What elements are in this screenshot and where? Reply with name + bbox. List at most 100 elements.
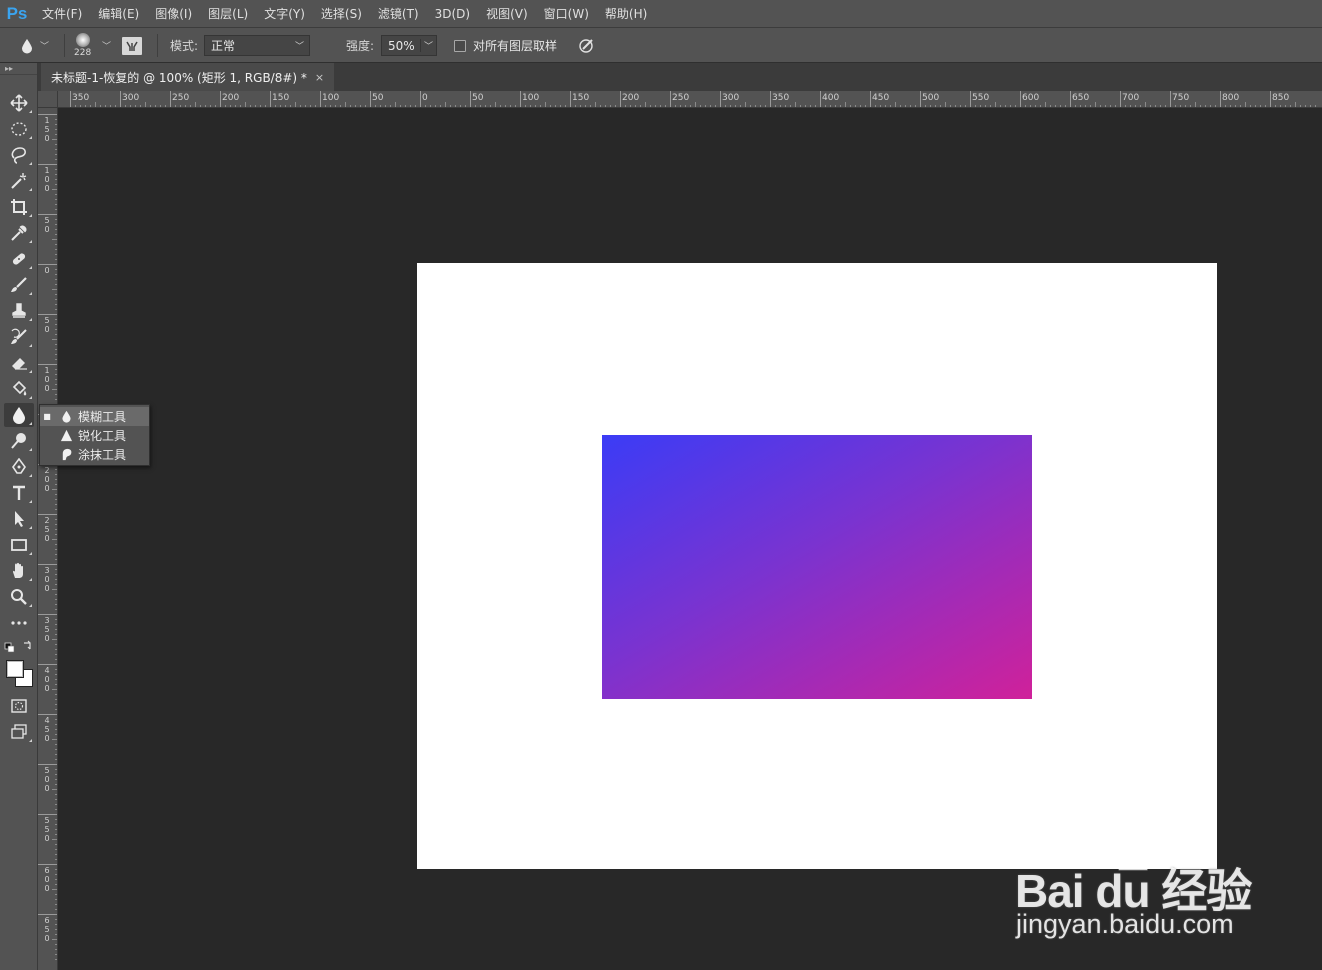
ruler-label: 850 [1272,93,1290,103]
close-icon[interactable]: × [315,71,324,84]
menu-layer[interactable]: 图层(L) [200,0,256,28]
tool-group-indicator [29,578,32,581]
hand-icon [13,562,23,578]
menu-image[interactable]: 图像(I) [147,0,200,28]
ruler-label: 400 [822,93,840,103]
photoshop-logo: Ps [6,3,28,23]
brush-preset-picker[interactable]: 228 [74,28,91,63]
ruler-label: 200 [44,466,50,493]
ruler-label: 100 [44,166,50,193]
brush-tool-button[interactable] [4,273,34,297]
crop-tool-button[interactable] [4,195,34,219]
pressure-toggle[interactable] [578,28,595,63]
ruler-label: 550 [44,816,50,843]
quick-mask-icon [11,699,27,713]
flyout-item-label: 锐化工具 [78,429,127,443]
path-selection-tool-button[interactable] [4,507,34,531]
ruler-major-tick [320,91,321,107]
tool-group-indicator [29,162,32,165]
sample-all-layers-checkbox[interactable] [454,39,466,52]
zoom-tool-button[interactable] [4,585,34,609]
blur-tool-flyout-menu: ■ 模糊工具 锐化工具 涂抹工具 [39,404,150,466]
flyout-item-smudge[interactable]: 涂抹工具 [40,445,149,464]
eraser-icon [12,358,27,370]
chevron-down-icon[interactable]: ﹀ [102,39,111,52]
menu-file[interactable]: 文件(F) [34,0,90,28]
ruler-major-tick [38,914,57,915]
screen-mode-button[interactable] [4,720,34,744]
ruler-major-tick [470,91,471,107]
gradient-rectangle-layer[interactable] [602,435,1032,699]
tool-preset-picker[interactable]: ﹀ [20,28,49,63]
zoom-icon [11,589,27,605]
panel-collapse-grip[interactable]: ▸▸ [0,63,37,75]
menu-type[interactable]: 文字(Y) [256,0,313,28]
ruler-label: 250 [44,516,50,543]
menu-help[interactable]: 帮助(H) [597,0,655,28]
color-swap-controls[interactable] [4,640,34,654]
blur-drop-icon [22,38,32,53]
blur-tool-button[interactable] [4,403,34,427]
ruler-major-tick [420,91,421,107]
rectangle-tool-button[interactable] [4,533,34,557]
lasso-tool-button[interactable] [4,143,34,167]
flyout-item-blur[interactable]: ■ 模糊工具 [40,407,149,426]
clone-stamp-tool-button[interactable] [4,299,34,323]
options-bar: ﹀ 228 ﹀ 模式: 正常 ﹀ 强度: 50% ﹀ 对所有图层取样 [0,28,1322,63]
ruler-label: 250 [672,93,690,103]
tool-group-indicator [29,500,32,503]
vertical-ruler[interactable]: 1501005005010015020025030035040045050055… [38,108,58,970]
ruler-major-tick [38,814,57,815]
healing-brush-tool-button[interactable] [4,247,34,271]
paint-bucket-tool-button[interactable] [4,377,34,401]
eraser-tool-button[interactable] [4,351,34,375]
ruler-major-tick [38,764,57,765]
ruler-label: 500 [922,93,940,103]
marquee-tool-button[interactable] [4,117,34,141]
ruler-major-tick [70,91,71,107]
watermark-url: jingyan.baidu.com [1016,909,1234,939]
quick-mask-button[interactable] [4,694,34,718]
ruler-major-tick [570,91,571,107]
menu-edit[interactable]: 编辑(E) [90,0,147,28]
menu-filter[interactable]: 滤镜(T) [370,0,427,28]
paint-bucket-icon [12,380,27,396]
ruler-major-tick [670,91,671,107]
document-tab[interactable]: 未标题-1-恢复的 @ 100% (矩形 1, RGB/8#) * × [41,63,335,91]
brush-panel-toggle[interactable] [122,28,142,63]
flyout-item-sharpen[interactable]: 锐化工具 [40,426,149,445]
mode-select-value: 正常 [211,39,236,53]
menu-view[interactable]: 视图(V) [478,0,536,28]
dodge-tool-button[interactable] [4,429,34,453]
ruler-label: 300 [722,93,740,103]
chevron-down-icon[interactable]: ﹀ [419,39,433,52]
type-icon [13,485,25,500]
history-brush-tool-button[interactable] [4,325,34,349]
ruler-label: 650 [44,916,50,943]
move-tool-button[interactable] [4,91,34,115]
strength-input[interactable]: 50% ﹀ [381,35,437,56]
ruler-origin[interactable] [38,91,58,108]
tool-group-indicator [29,448,32,451]
type-tool-button[interactable] [4,481,34,505]
document-tab-title: 未标题-1-恢复的 @ 100% (矩形 1, RGB/8#) * [51,70,307,85]
more-tools-button[interactable] [4,611,34,635]
tool-group-indicator [29,739,32,742]
ruler-label: 550 [972,93,990,103]
menu-select[interactable]: 选择(S) [313,0,370,28]
chevron-down-icon: ﹀ [40,42,50,52]
tool-group-indicator [29,552,32,555]
default-colors-icon [4,640,31,653]
horizontal-ruler[interactable]: 350 300 250 200 150 100 50 0 50 100 150 200 250 300 35… [58,91,1322,108]
eyedropper-tool-button[interactable] [4,221,34,245]
rectangle-icon [11,539,27,551]
document-canvas[interactable] [417,263,1217,869]
mode-select[interactable]: 正常 ﹀ [204,35,310,56]
magic-wand-tool-button[interactable] [4,169,34,193]
menu-3d[interactable]: 3D(D) [427,0,478,28]
pen-tool-button[interactable] [4,455,34,479]
ruler-major-tick [38,114,57,115]
menu-window[interactable]: 窗口(W) [536,0,597,28]
hand-tool-button[interactable] [4,559,34,583]
foreground-color-swatch[interactable] [6,660,24,678]
